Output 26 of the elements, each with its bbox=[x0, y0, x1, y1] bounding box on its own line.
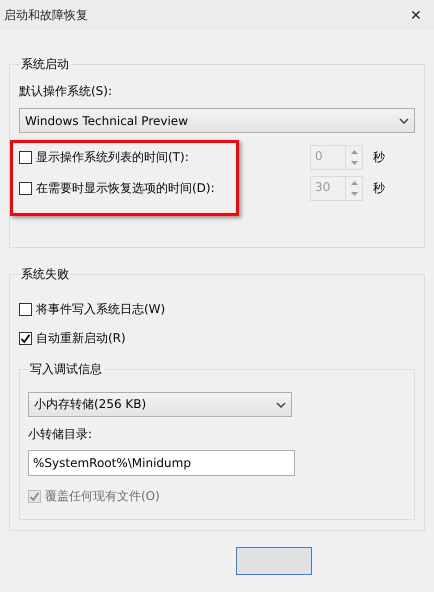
group-title: 写入调试信息 bbox=[29, 361, 103, 378]
up-arrow-icon bbox=[350, 150, 358, 154]
dump-type-dropdown[interactable]: 小内存转储(256 KB) bbox=[28, 392, 292, 417]
group-title: 系统失败 bbox=[20, 266, 70, 283]
checkbox[interactable] bbox=[19, 332, 32, 345]
close-button[interactable]: ✕ bbox=[402, 3, 430, 27]
field-label: 默认操作系统(S): bbox=[19, 83, 114, 100]
window-title: 启动和故障恢复 bbox=[4, 6, 88, 24]
chevron-icon bbox=[399, 118, 409, 124]
down-arrow-icon bbox=[350, 161, 358, 166]
dialog-button[interactable] bbox=[236, 547, 312, 575]
down-arrow-icon bbox=[350, 192, 358, 196]
checkbox-label: 在需要时显示恢复选项的时间(D): bbox=[36, 180, 215, 197]
os-dropdown[interactable]: Windows Technical Preview bbox=[19, 108, 415, 133]
checkbox-label: 覆盖任何现有文件(O) bbox=[45, 488, 160, 504]
input-field[interactable]: %SystemRoot%\Minidump bbox=[28, 450, 295, 476]
group-title: 系统启动 bbox=[20, 56, 70, 73]
chevron-icon bbox=[276, 402, 286, 408]
checkbox-label: 显示操作系统列表的时间(T): bbox=[36, 149, 189, 166]
checkbox-label: 自动重新启动(R) bbox=[36, 330, 126, 347]
checkbox[interactable] bbox=[19, 303, 32, 316]
checkbox-label: 将事件写入系统日志(W) bbox=[36, 301, 166, 318]
up-arrow-icon bbox=[350, 180, 358, 185]
unit-label: 秒 bbox=[373, 149, 385, 166]
field-label: 小转储目录: bbox=[28, 426, 94, 443]
unit-label: 秒 bbox=[373, 180, 385, 197]
